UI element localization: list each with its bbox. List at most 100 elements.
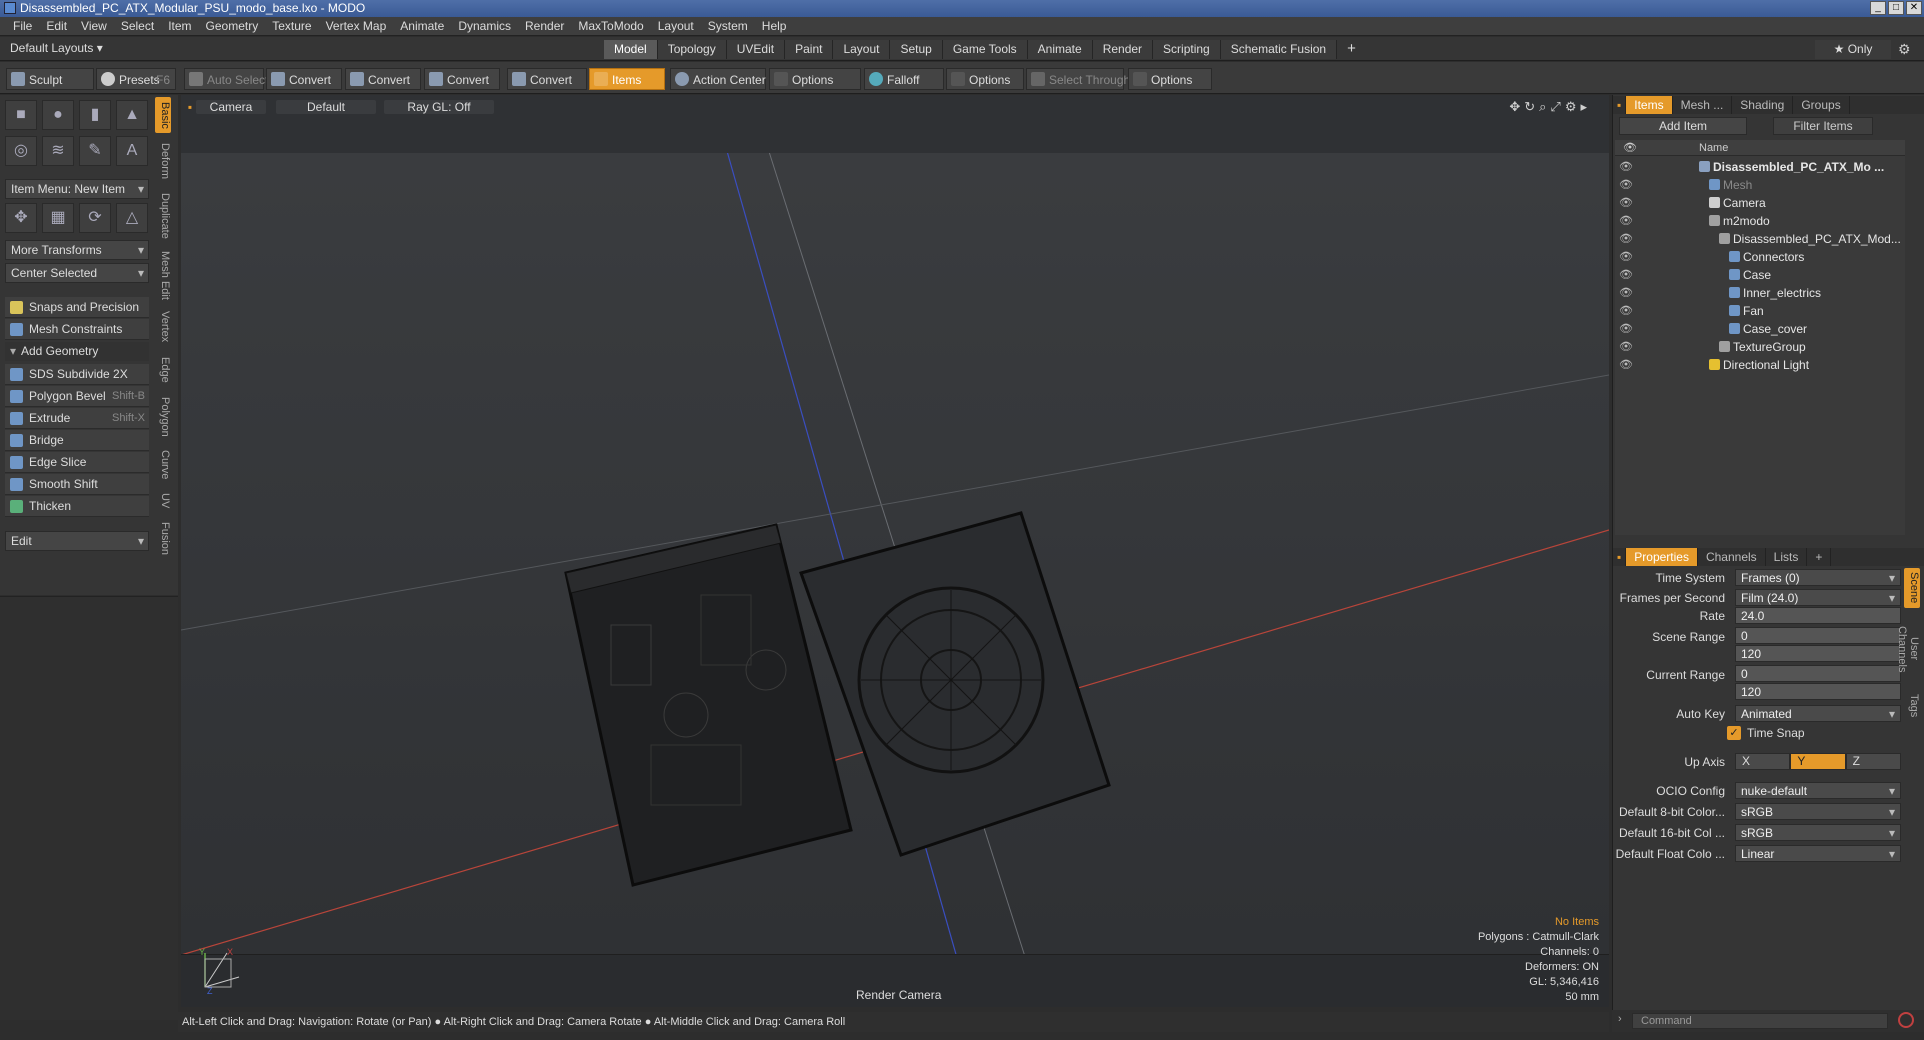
menu-geometry[interactable]: Geometry [199, 19, 266, 33]
default-float-dropdown[interactable]: Linear [1735, 845, 1901, 863]
more-transforms-dropdown[interactable]: More Transforms [5, 240, 149, 260]
auto-key-dropdown[interactable]: Animated [1735, 705, 1901, 723]
viewport-gear-icon[interactable]: ⚙ [1565, 99, 1581, 114]
convert-edge-button[interactable]: Convert [345, 68, 421, 90]
falloff-button[interactable]: Falloff [864, 68, 944, 90]
menu-select[interactable]: Select [114, 19, 161, 33]
command-input[interactable]: Command [1632, 1013, 1888, 1029]
cube-icon[interactable]: ■ [5, 100, 37, 130]
vtab-tags[interactable]: Tags [1904, 690, 1920, 722]
tab-shading[interactable]: Shading [1732, 96, 1794, 114]
transform-icon[interactable]: ✥ [5, 203, 37, 233]
visibility-eye-icon[interactable]: 👁 [1619, 230, 1633, 248]
tab-model[interactable]: Model [604, 40, 658, 59]
tab-setup[interactable]: Setup [890, 40, 943, 59]
menu-texture[interactable]: Texture [265, 19, 318, 33]
visibility-eye-icon[interactable]: 👁 [1619, 176, 1633, 194]
raygl-button[interactable]: Ray GL: Off [384, 100, 494, 114]
tab-topology[interactable]: Topology [657, 40, 727, 59]
only-button[interactable]: ★ Only [1815, 40, 1891, 59]
item-row[interactable]: 👁 Case_cover [1615, 320, 1905, 338]
tab-schematic-fusion[interactable]: Schematic Fusion [1220, 40, 1338, 59]
action-center-options-button[interactable]: Options [769, 68, 861, 90]
select-through-options-button[interactable]: Options [1128, 68, 1212, 90]
extrude-button[interactable]: Extrude Shift-X [5, 408, 149, 429]
psu-cover-fan-model[interactable] [799, 511, 1111, 857]
visibility-eye-icon[interactable]: 👁 [1619, 302, 1633, 320]
tab-animate[interactable]: Animate [1027, 40, 1093, 59]
items-mode-button[interactable]: Items [589, 68, 665, 90]
menu-animate[interactable]: Animate [393, 19, 451, 33]
item-row[interactable]: 👁 Camera [1615, 194, 1905, 212]
edge-slice-button[interactable]: Edge Slice [5, 452, 149, 473]
vtab-duplicate[interactable]: Duplicate [155, 189, 171, 243]
select-through-button[interactable]: Select Through [1026, 68, 1130, 90]
shading-default-button[interactable]: Default [276, 100, 376, 114]
text-icon[interactable]: A [116, 136, 148, 166]
default-16bit-dropdown[interactable]: sRGB [1735, 824, 1901, 842]
menu-system[interactable]: System [701, 19, 755, 33]
center-selected-dropdown[interactable]: Center Selected [5, 263, 149, 283]
ocio-config-dropdown[interactable]: nuke-default [1735, 782, 1901, 800]
sds-subdivide-button[interactable]: SDS Subdivide 2X [5, 364, 149, 385]
falloff-options-button[interactable]: Options [946, 68, 1024, 90]
filter-items-input[interactable]: Filter Items [1773, 117, 1873, 135]
orbit-icon[interactable]: ↻ [1524, 99, 1539, 114]
vtab-edge[interactable]: Edge [155, 353, 171, 387]
rotate-icon[interactable]: ⟳ [79, 203, 111, 233]
visibility-eye-icon[interactable]: 👁 [1619, 338, 1633, 356]
gear-icon[interactable]: ⚙ [1898, 41, 1911, 58]
up-axis-z-button[interactable]: Z [1845, 753, 1901, 770]
sphere-icon[interactable]: ● [42, 100, 74, 130]
record-icon[interactable] [1898, 1012, 1914, 1028]
close-icon[interactable]: ✕ [1906, 1, 1922, 15]
sculpt-button[interactable]: Sculpt [6, 68, 94, 90]
current-end-field[interactable]: 120 [1735, 683, 1901, 700]
tab-items[interactable]: Items [1626, 96, 1673, 114]
smooth-shift-button[interactable]: Smooth Shift [5, 474, 149, 495]
visibility-eye-icon[interactable]: 👁 [1619, 284, 1633, 302]
item-row[interactable]: 👁 Mesh [1615, 176, 1905, 194]
item-row[interactable]: 👁 Case [1615, 266, 1905, 284]
mesh-constraints-button[interactable]: Mesh Constraints [5, 319, 149, 340]
visibility-eye-icon[interactable]: 👁 [1619, 356, 1633, 374]
3d-viewport[interactable]: ▪ Camera Default Ray GL: Off ✥↻⌕⤢⚙▸ No I… [181, 95, 1609, 1007]
default-layouts-dropdown[interactable]: Default Layouts ▾ [10, 41, 103, 55]
visibility-eye-icon[interactable]: 👁 [1619, 266, 1633, 284]
capsule-icon[interactable]: ≋ [42, 136, 74, 166]
vtab-curve[interactable]: Curve [155, 447, 171, 483]
snaps-precision-button[interactable]: Snaps and Precision [5, 297, 149, 318]
menu-layout[interactable]: Layout [651, 19, 701, 33]
tab-scripting[interactable]: Scripting [1153, 40, 1221, 59]
item-row[interactable]: 👁 Fan [1615, 302, 1905, 320]
vtab-scene[interactable]: Scene [1904, 568, 1920, 608]
tab-mesh[interactable]: Mesh ... [1673, 96, 1733, 114]
current-start-field[interactable]: 0 [1735, 665, 1901, 682]
vtab-mesh-edit[interactable]: Mesh Edit [155, 249, 171, 301]
rate-field[interactable]: 24.0 [1735, 607, 1901, 624]
vtab-vertex[interactable]: Vertex [155, 307, 171, 347]
visibility-eye-icon[interactable]: 👁 [1619, 212, 1633, 230]
vtab-user-channels[interactable]: User Channels [1896, 614, 1920, 684]
menu-view[interactable]: View [74, 19, 114, 33]
pan-icon[interactable]: ✥ [1509, 99, 1524, 114]
vtab-polygon[interactable]: Polygon [155, 393, 171, 441]
scale-icon[interactable]: △ [116, 203, 148, 233]
visibility-eye-icon[interactable]: 👁 [1619, 248, 1633, 266]
tab-uvedit[interactable]: UVEdit [726, 40, 786, 59]
menu-help[interactable]: Help [755, 19, 794, 33]
cylinder-icon[interactable]: ▮ [79, 100, 111, 130]
menu-render[interactable]: Render [518, 19, 571, 33]
convert-item-button[interactable]: Convert [507, 68, 587, 90]
edit-dropdown[interactable]: Edit [5, 531, 149, 551]
visibility-eye-icon[interactable]: 👁 [1619, 320, 1633, 338]
scene-start-field[interactable]: 0 [1735, 627, 1901, 644]
visibility-eye-icon[interactable]: 👁 [1619, 194, 1633, 212]
item-row[interactable]: 👁 Connectors [1615, 248, 1905, 266]
zoom-icon[interactable]: ⌕ [1539, 99, 1550, 114]
menu-item[interactable]: Item [161, 19, 198, 33]
item-row[interactable]: 👁 Inner_electrics [1615, 284, 1905, 302]
pen-icon[interactable]: ✎ [79, 136, 111, 166]
menu-file[interactable]: File [6, 19, 39, 33]
polygon-bevel-button[interactable]: Polygon Bevel Shift-B [5, 386, 149, 407]
